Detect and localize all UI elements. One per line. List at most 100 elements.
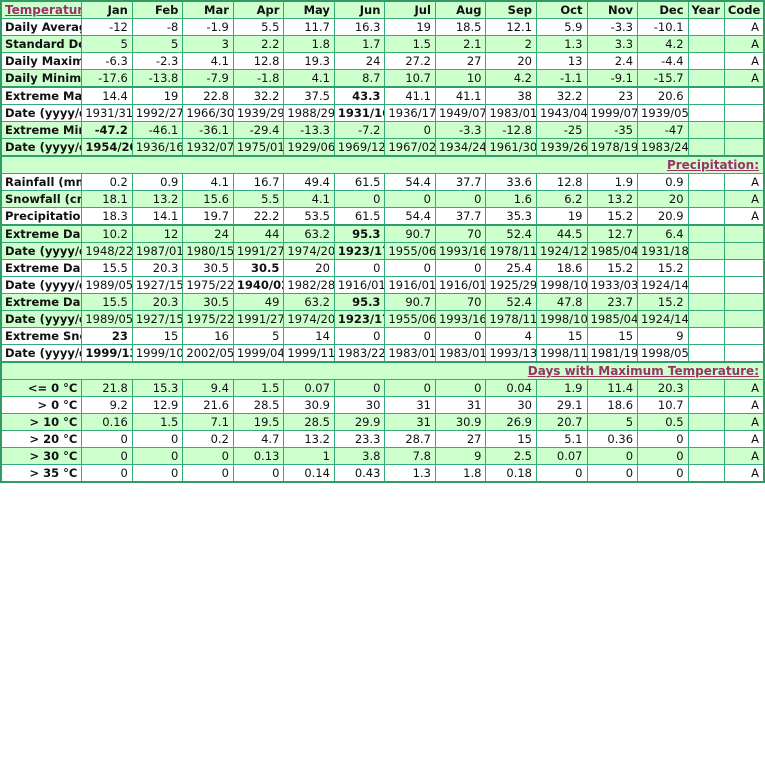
cell-feb: 1987/01 [131,242,184,260]
cell-jul: 0 [384,190,436,208]
cell-jan: 18.3 [81,207,133,226]
cell-year [687,464,725,483]
cell-year [687,379,725,397]
cell-apr: 28.5 [232,396,285,414]
section-title: Temperature: [5,3,81,17]
cell-oct: 1943/04 [535,104,588,122]
cell-feb: 15.3 [131,379,184,397]
cell-feb: -13.8 [131,69,184,88]
cell-jan: 15.5 [81,293,133,311]
cell-feb: 0.9 [131,173,184,191]
cell-apr: 4.7 [232,430,285,448]
cell-code [723,224,765,243]
cell-year [687,104,725,122]
cell-code: A [723,396,765,414]
cell-jun: 16.3 [333,18,386,36]
cell-may: 37.5 [283,86,335,105]
cell-aug: 1993/16 [434,242,487,260]
cell-nov: -35 [586,121,639,139]
cell-jun: 30 [333,396,386,414]
cell-oct: 5.1 [535,430,588,448]
cell-jan: 23 [81,327,133,345]
table-row: Extreme Daily Precipitation (mm)15.520.3… [0,293,765,311]
cell-feb: 1.5 [131,413,184,431]
table-row: Date (yyyy/dd)1989/051927/15+1975/221991… [0,310,765,328]
cell-nov: 11.4 [586,379,639,397]
table-row: Date (yyyy/dd)1989/051927/15+1975/221940… [0,276,765,294]
row-label: Daily Minimum (°C) [0,69,83,88]
cell-sep: 1983/01 [485,104,537,122]
cell-mar: 19.7 [182,207,234,226]
cell-sep: 0.18 [485,464,537,483]
cell-code [723,259,765,277]
cell-dec: 0 [637,430,689,448]
cell-jan: 10.2 [81,224,133,243]
cell-jun: 61.5 [333,207,386,226]
cell-code: A [723,52,765,70]
cell-sep: 33.6 [485,173,537,191]
table-row: Date (yyyy/dd)1954/201936/161932/071975/… [0,138,765,157]
cell-dec: 0.9 [637,173,689,191]
row-label: Date (yyyy/dd) [0,344,83,363]
cell-may: 11.7 [283,18,335,36]
column-header-oct: Oct [535,0,588,19]
cell-apr: 22.2 [232,207,285,226]
table-row: Extreme Minimum (°C)-47.2-46.1-36.1-29.4… [0,121,765,139]
cell-mar: 1932/07 [182,138,234,157]
cell-mar: 1966/30 [182,104,234,122]
cell-apr: 19.5 [232,413,285,431]
cell-jul: 1936/17+ [384,104,436,122]
cell-aug: 31 [434,396,487,414]
row-label: Extreme Maximum (°C) [0,86,83,105]
cell-sep: 26.9 [485,413,537,431]
cell-nov: 15 [586,327,639,345]
column-header-mar: Mar [182,0,234,19]
section-header-row-precipitation: Precipitation: [0,155,765,174]
row-label: Standard Deviation [0,35,83,53]
cell-jul: 1983/01+ [384,344,436,363]
cell-dec: 15.2 [637,259,689,277]
cell-dec: 0 [637,447,689,465]
cell-year [687,344,725,363]
cell-jan: -17.6 [81,69,133,88]
cell-apr: 0.13 [232,447,285,465]
cell-jan: 0.16 [81,413,133,431]
cell-oct: 32.2 [535,86,588,105]
cell-year [687,138,725,157]
cell-jan: 1931/31 [81,104,133,122]
column-header-dec: Dec [637,0,689,19]
cell-jan: 5 [81,35,133,53]
cell-nov: 12.7 [586,224,639,243]
cell-mar: -36.1 [182,121,234,139]
cell-feb: 5 [131,35,184,53]
cell-code: A [723,173,765,191]
cell-sep: 0.04 [485,379,537,397]
cell-sep: 52.4 [485,293,537,311]
row-label: > 0 °C [0,396,83,414]
cell-sep: 1961/30 [485,138,537,157]
cell-nov: 1978/19+ [586,138,639,157]
section-title: Days with Maximum Temperature: [527,364,759,378]
cell-feb: 0 [131,447,184,465]
cell-oct: 0 [535,464,588,483]
cell-may: -13.3 [283,121,335,139]
cell-code [723,344,765,363]
cell-jul: 54.4 [384,173,436,191]
table-row: > 30 °C 0 0 0 0.13 1 3.8 7.8 9 2.5 0.07 0 0 A [0,447,765,465]
cell-oct: 6.2 [535,190,588,208]
row-label: Extreme Daily Precipitation (mm) [0,293,83,311]
cell-code: A [723,190,765,208]
section-header-cell-days-with-maximum-temperature: Days with Maximum Temperature: [0,361,765,380]
cell-apr: 12.8 [232,52,285,70]
cell-jun: 1.7 [333,35,386,53]
cell-jun: 23.3 [333,430,386,448]
cell-sep: 1.6 [485,190,537,208]
cell-feb: -46.1 [131,121,184,139]
cell-jun: 95.3 [333,293,386,311]
cell-may: 0.14 [283,464,335,483]
cell-feb: 1936/16 [131,138,184,157]
cell-feb: 0 [131,430,184,448]
cell-jun: 3.8 [333,447,386,465]
cell-jul: 54.4 [384,207,436,226]
cell-mar: 4.1 [182,52,234,70]
